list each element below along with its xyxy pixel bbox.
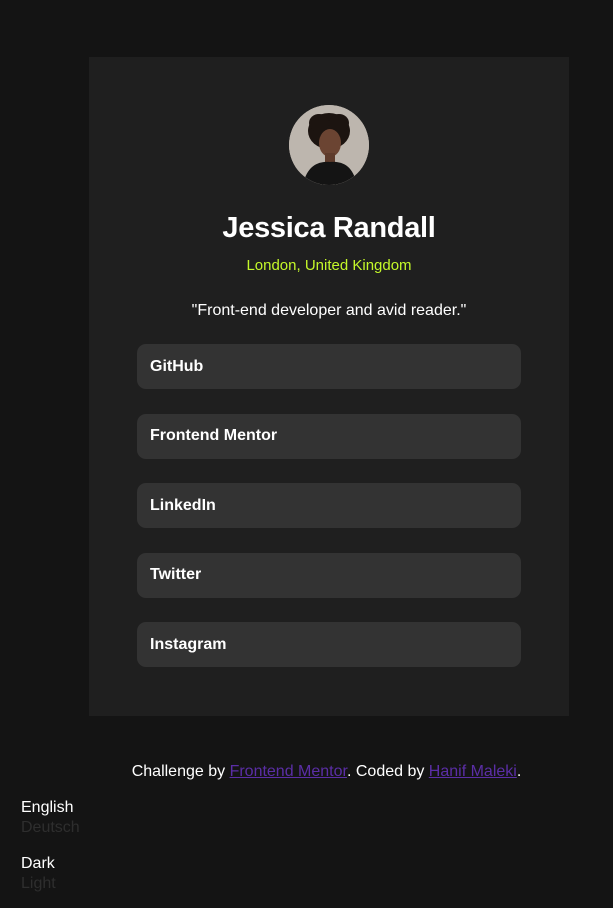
theme-option-dark[interactable]: Dark bbox=[21, 854, 55, 874]
language-option-deutsch[interactable]: Deutsch bbox=[21, 818, 80, 838]
avatar bbox=[289, 105, 369, 185]
profile-location: London, United Kingdom bbox=[246, 257, 412, 274]
avatar-image bbox=[289, 105, 369, 185]
frontend-mentor-link[interactable]: Frontend Mentor bbox=[230, 763, 347, 780]
link-linkedin-button[interactable]: LinkedIn bbox=[137, 483, 521, 528]
profile-bio: "Front-end developer and avid reader." bbox=[191, 302, 467, 319]
language-option-english[interactable]: English bbox=[21, 798, 73, 818]
link-instagram-button[interactable]: Instagram bbox=[137, 622, 521, 667]
profile-card: Jessica Randall London, United Kingdom "… bbox=[89, 57, 569, 716]
page: Jessica Randall London, United Kingdom "… bbox=[0, 0, 613, 908]
attribution-middle: . Coded by bbox=[346, 763, 429, 780]
attribution: Challenge by Frontend Mentor. Coded by H… bbox=[0, 762, 613, 782]
theme-option-light[interactable]: Light bbox=[21, 874, 56, 894]
link-github-button[interactable]: GitHub bbox=[137, 344, 521, 389]
author-link[interactable]: Hanif Maleki bbox=[429, 763, 517, 780]
attribution-prefix: Challenge by bbox=[131, 763, 230, 780]
attribution-suffix: . bbox=[516, 763, 522, 780]
link-frontend-mentor-button[interactable]: Frontend Mentor bbox=[137, 413, 521, 459]
profile-name: Jessica Randall bbox=[222, 212, 436, 244]
link-twitter-button[interactable]: Twitter bbox=[137, 552, 521, 598]
social-links: GitHub Frontend Mentor LinkedIn Twitter … bbox=[137, 344, 521, 692]
